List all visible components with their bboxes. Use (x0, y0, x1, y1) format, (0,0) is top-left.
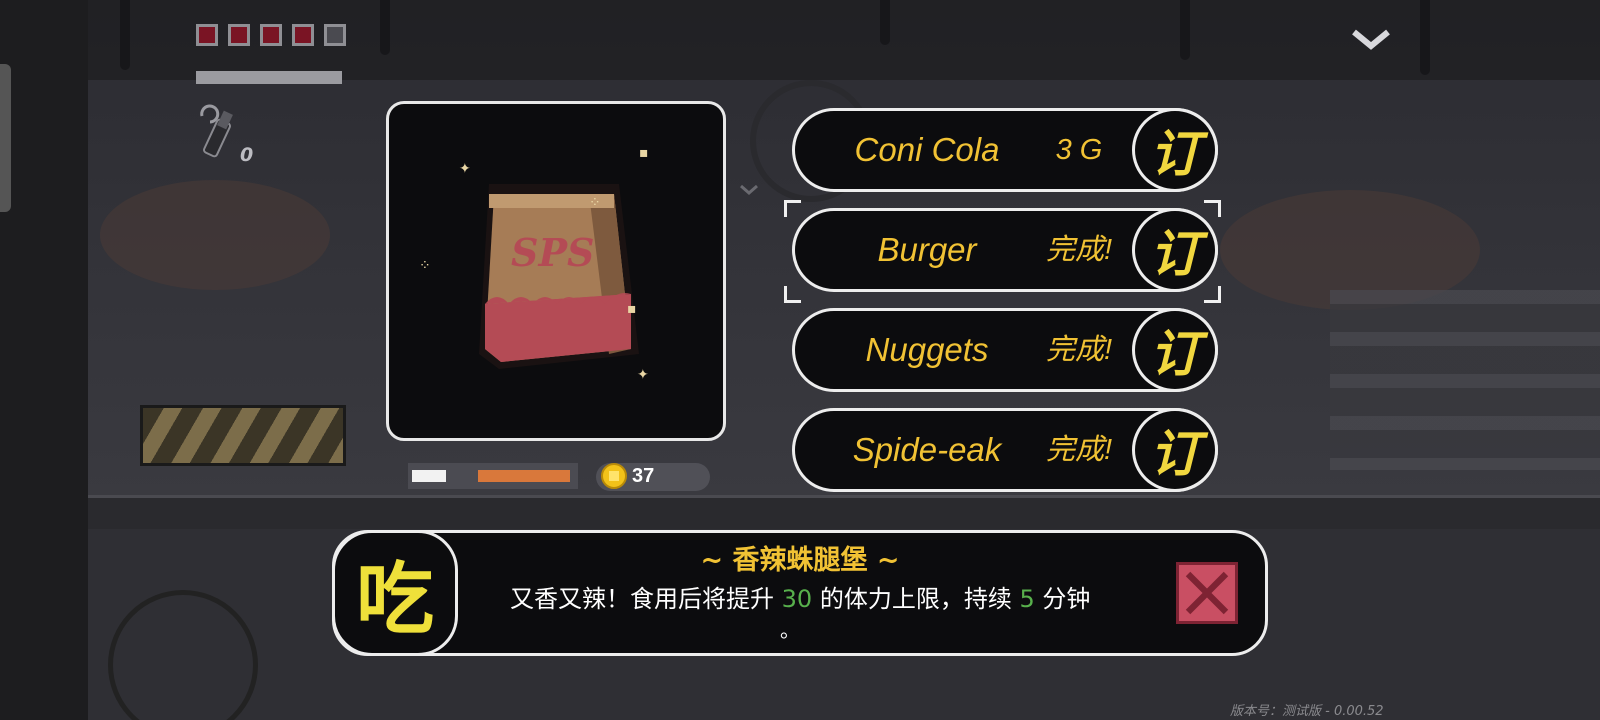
order-status: 完成! (1045, 334, 1113, 366)
health-cell (260, 24, 282, 46)
coin-icon (601, 463, 627, 489)
order-status: 完成! (1045, 434, 1113, 466)
health-cell (292, 24, 314, 46)
ceiling-drip (120, 0, 130, 70)
description-end: 。 (780, 618, 800, 642)
sparkle-icon: ⁘ (419, 258, 431, 274)
stamina-bar (196, 71, 342, 84)
close-icon[interactable] (1176, 562, 1238, 624)
health-cell (196, 24, 218, 46)
left-margin (0, 0, 88, 720)
ceiling-drip (1420, 0, 1430, 75)
order-status: 完成! (1045, 234, 1113, 266)
progress-segment-white (412, 470, 446, 482)
health-cell (228, 24, 250, 46)
order-name: Nuggets (865, 331, 989, 368)
order-item[interactable]: Burger 完成! 订 (784, 200, 1221, 303)
selection-corner (784, 286, 801, 303)
order-status: 3 G (1055, 134, 1103, 166)
item-description: 又香又辣！食用后将提升 30 的体力上限，持续 5 分钟 (510, 580, 1128, 618)
selection-corner (1204, 286, 1221, 303)
game-screen: 0 SPS ✦ ▪ ⁘ ⁘ ▪ ✦ 37 Coni Cola 3 G 订 Burger… (0, 0, 1600, 720)
health-bar (196, 24, 346, 46)
order-button-label: 订 (1150, 425, 1200, 483)
sparkle-icon: ▪ (627, 301, 637, 317)
metal-stairs (1330, 290, 1600, 470)
sparkle-icon: ⁘ (589, 195, 601, 211)
side-drawer-handle[interactable] (0, 64, 11, 212)
order-button-label: 订 (1150, 225, 1200, 283)
selection-corner (784, 200, 801, 217)
chevron-down-icon[interactable] (1350, 28, 1392, 52)
duration-value: 5 (1019, 585, 1035, 613)
road-barrier (140, 405, 346, 466)
progress-segment-orange (478, 470, 570, 482)
ceiling-drip (1180, 0, 1190, 60)
chevron-down-icon (740, 184, 758, 195)
order-button[interactable]: 订 (1132, 108, 1218, 192)
order-item[interactable]: Nuggets 完成! 订 (792, 308, 1218, 392)
stamina-bonus-value: 30 (781, 585, 813, 613)
selection-corner (1204, 200, 1221, 217)
sparkle-icon: ✦ (459, 161, 471, 177)
order-button[interactable]: 订 (1132, 208, 1218, 292)
wall-splat (100, 180, 330, 290)
floor-ledge (88, 495, 1600, 532)
ceiling-drip (380, 0, 390, 55)
ammo-count: 0 (240, 144, 254, 166)
order-button[interactable]: 订 (1132, 308, 1218, 392)
order-item[interactable]: Spide-eak 完成! 订 (792, 408, 1218, 492)
coin-count: 37 (632, 465, 655, 487)
sparkle-icon: ✦ (637, 367, 649, 383)
eat-button-label: 吃 (355, 555, 434, 645)
order-button-label: 订 (1150, 125, 1200, 183)
description-text: 又香又辣！食用后将提升 30 的体力上限，持续 5 分钟 (510, 585, 1090, 613)
order-name: Coni Cola (854, 131, 1000, 168)
description-part: 又香又辣！食用后将提升 (510, 585, 782, 613)
ceiling-drip (880, 0, 890, 45)
sparkle-icon: ▪ (639, 145, 649, 161)
item-preview-panel: SPS ✦ ▪ ⁘ ⁘ ▪ ✦ (386, 101, 726, 441)
order-name: Burger (877, 231, 977, 268)
order-button-label: 订 (1150, 325, 1200, 383)
description-part: 的体力上限，持续 (812, 585, 1020, 613)
eat-button[interactable]: 吃 (332, 530, 458, 656)
description-part: 分钟 (1034, 585, 1091, 613)
paper-bag-image: SPS (479, 184, 639, 369)
order-name: Spide-eak (852, 431, 1002, 468)
item-title: ~ 香辣蛛腿堡 ~ (700, 545, 900, 576)
order-item[interactable]: Coni Cola 3 G 订 (792, 108, 1218, 192)
health-cell (324, 24, 346, 46)
bag-logo: SPS (511, 230, 594, 275)
order-button[interactable]: 订 (1132, 408, 1218, 492)
version-label: 版本号：测试版 - 0.00.52 (1230, 704, 1384, 719)
